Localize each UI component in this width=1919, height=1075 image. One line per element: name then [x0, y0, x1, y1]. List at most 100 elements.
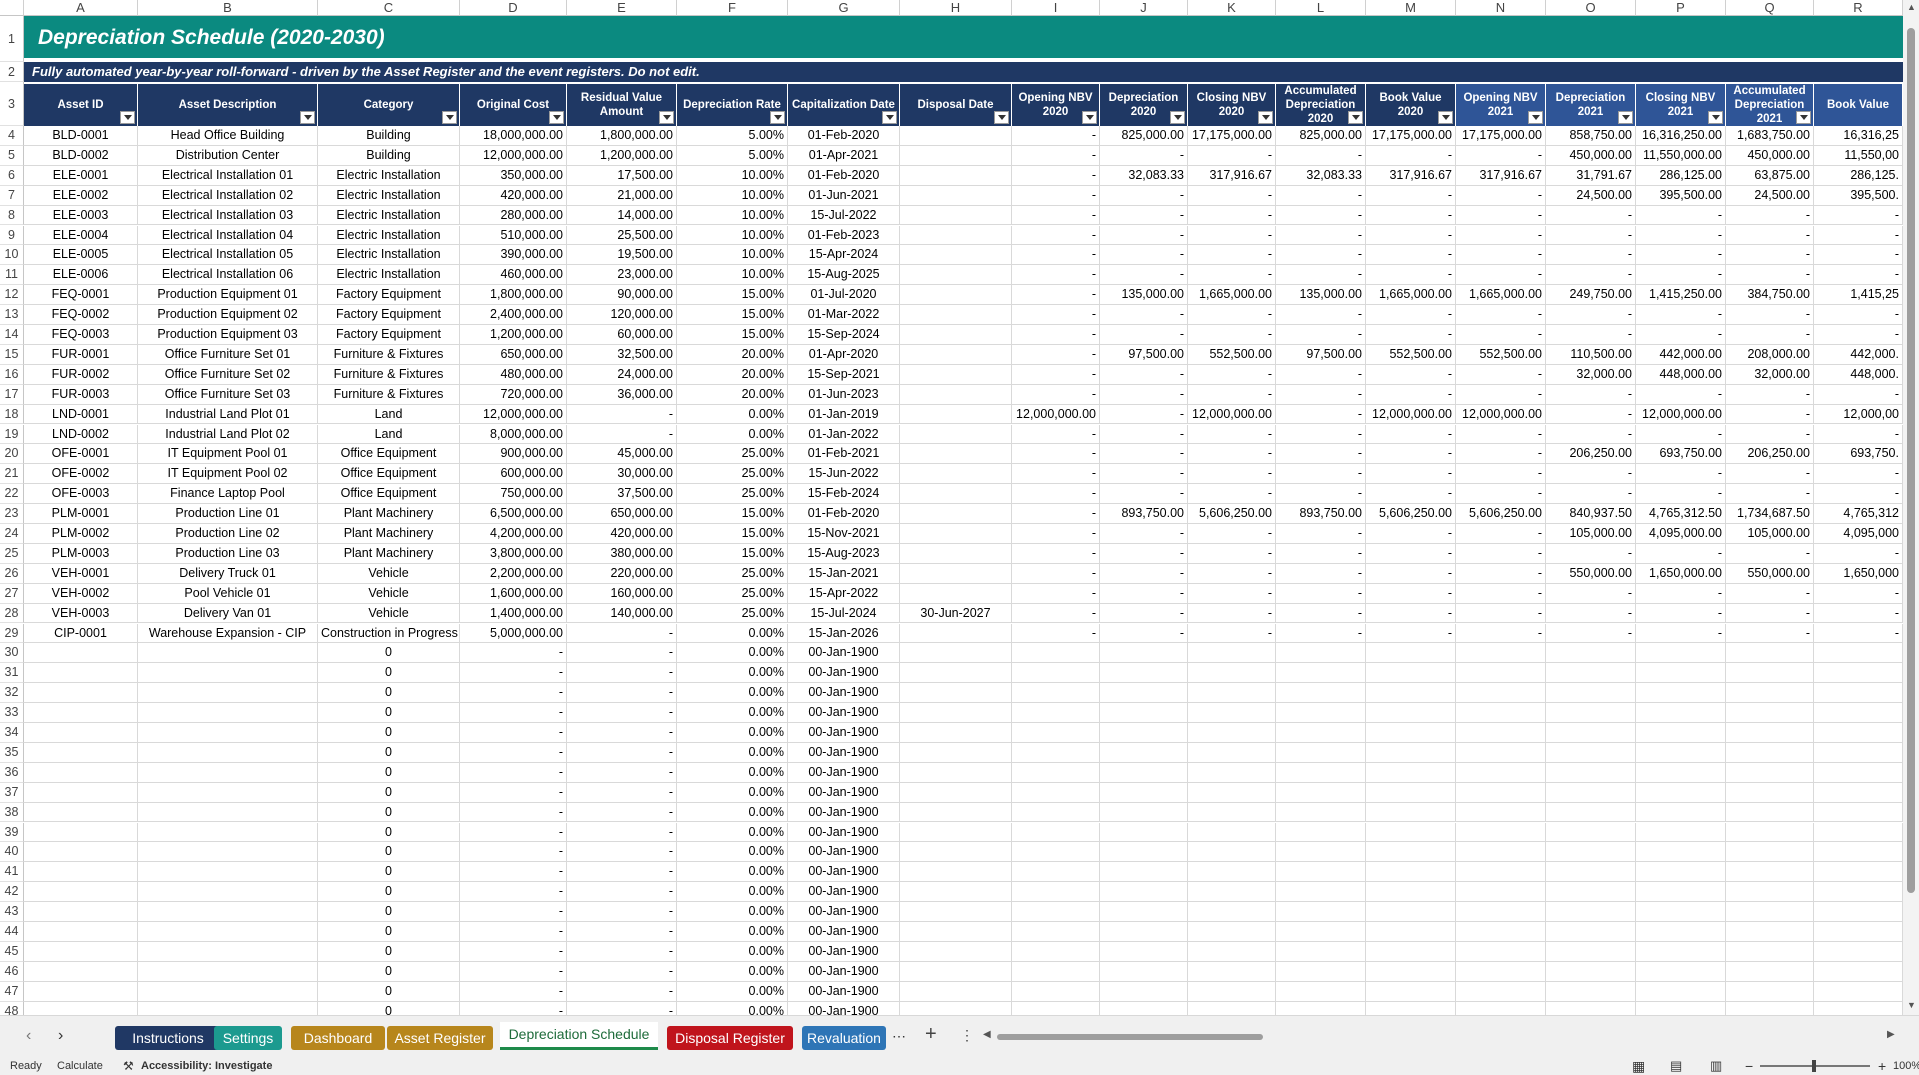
- table-cell[interactable]: -: [1546, 205, 1636, 226]
- table-cell[interactable]: 650,000.00: [460, 344, 567, 365]
- table-cell[interactable]: [1100, 862, 1188, 883]
- table-cell[interactable]: 317,916.67: [1456, 165, 1546, 186]
- table-cell[interactable]: [1546, 643, 1636, 664]
- table-cell[interactable]: [138, 902, 318, 922]
- table-cell[interactable]: 395,500.: [1814, 185, 1903, 206]
- table-cell[interactable]: 0.00%: [677, 703, 788, 723]
- table-cell[interactable]: 8,000,000.00: [460, 424, 567, 445]
- table-cell[interactable]: [1366, 723, 1456, 743]
- table-cell[interactable]: -: [460, 822, 567, 843]
- table-cell[interactable]: 01-Feb-2021: [788, 444, 900, 465]
- table-cell[interactable]: 825,000.00: [1276, 126, 1366, 146]
- table-cell[interactable]: [24, 822, 138, 843]
- table-cell[interactable]: [1366, 902, 1456, 922]
- table-cell[interactable]: Delivery Truck 01: [138, 563, 318, 584]
- table-cell[interactable]: -: [1188, 484, 1276, 505]
- table-cell[interactable]: -: [1546, 225, 1636, 246]
- table-cell[interactable]: [1546, 782, 1636, 803]
- table-cell[interactable]: -: [1814, 245, 1903, 266]
- table-cell[interactable]: [1726, 822, 1814, 843]
- table-cell[interactable]: -: [1636, 305, 1726, 325]
- table-cell[interactable]: -: [1276, 145, 1366, 166]
- table-cell[interactable]: 1,200,000.00: [460, 325, 567, 345]
- table-cell[interactable]: 1,665,000.00: [1456, 285, 1546, 306]
- table-cell[interactable]: [900, 981, 1012, 1002]
- table-cell[interactable]: -: [1276, 424, 1366, 445]
- table-cell[interactable]: 5,606,250.00: [1188, 504, 1276, 524]
- table-cell[interactable]: [138, 882, 318, 903]
- prev-sheet-icon[interactable]: ‹: [26, 1027, 31, 1045]
- table-cell[interactable]: -: [1456, 245, 1546, 266]
- table-cell[interactable]: -: [1814, 325, 1903, 345]
- table-cell[interactable]: [1726, 683, 1814, 704]
- table-cell[interactable]: FEQ-0001: [24, 285, 138, 306]
- select-all-corner[interactable]: [0, 0, 24, 16]
- table-cell[interactable]: [1814, 663, 1903, 684]
- column-header-f[interactable]: F: [677, 0, 788, 16]
- table-cell[interactable]: [1100, 723, 1188, 743]
- table-cell[interactable]: 5,606,250.00: [1366, 504, 1456, 524]
- table-cell[interactable]: 552,500.00: [1366, 344, 1456, 365]
- table-cell[interactable]: [1366, 802, 1456, 823]
- table-cell[interactable]: [1366, 703, 1456, 723]
- table-cell[interactable]: 1,400,000.00: [460, 603, 567, 624]
- table-cell[interactable]: Industrial Land Plot 02: [138, 424, 318, 445]
- table-cell[interactable]: -: [567, 842, 677, 863]
- table-cell[interactable]: [1456, 822, 1546, 843]
- table-cell[interactable]: [1012, 663, 1100, 684]
- table-cell[interactable]: Electrical Installation 01: [138, 165, 318, 186]
- table-cell[interactable]: Distribution Center: [138, 145, 318, 166]
- table-cell[interactable]: [900, 782, 1012, 803]
- table-cell[interactable]: 1,665,000.00: [1366, 285, 1456, 306]
- table-cell[interactable]: [1456, 762, 1546, 783]
- table-cell[interactable]: [1100, 961, 1188, 982]
- table-cell[interactable]: [1100, 922, 1188, 942]
- table-cell[interactable]: -: [1188, 384, 1276, 405]
- table-cell[interactable]: -: [1636, 583, 1726, 604]
- table-cell[interactable]: -: [1814, 424, 1903, 445]
- zoom-out-icon[interactable]: −: [1745, 1057, 1753, 1075]
- table-cell[interactable]: LND-0001: [24, 404, 138, 425]
- table-cell[interactable]: -: [1100, 265, 1188, 286]
- table-cell[interactable]: -: [1726, 384, 1814, 405]
- table-cell[interactable]: [1726, 882, 1814, 903]
- table-cell[interactable]: [1726, 902, 1814, 922]
- normal-view-icon[interactable]: ▦: [1632, 1057, 1645, 1075]
- table-cell[interactable]: -: [1636, 543, 1726, 564]
- table-cell[interactable]: Industrial Land Plot 01: [138, 404, 318, 425]
- table-cell[interactable]: -: [1726, 583, 1814, 604]
- table-cell[interactable]: [1636, 961, 1726, 982]
- table-cell[interactable]: PLM-0002: [24, 524, 138, 544]
- table-cell[interactable]: 135,000.00: [1100, 285, 1188, 306]
- filter-dropdown-icon[interactable]: [549, 111, 564, 124]
- table-cell[interactable]: -: [1456, 484, 1546, 505]
- table-cell[interactable]: 15.00%: [677, 543, 788, 564]
- table-cell[interactable]: Office Equipment: [318, 484, 460, 505]
- table-cell[interactable]: [1636, 882, 1726, 903]
- table-cell[interactable]: 317,916.67: [1188, 165, 1276, 186]
- table-cell[interactable]: 00-Jan-1900: [788, 961, 900, 982]
- table-cell[interactable]: ELE-0001: [24, 165, 138, 186]
- table-cell[interactable]: -: [1012, 185, 1100, 206]
- table-cell[interactable]: -: [1188, 563, 1276, 584]
- table-cell[interactable]: 01-Apr-2020: [788, 344, 900, 365]
- table-cell[interactable]: -: [1100, 583, 1188, 604]
- row-header[interactable]: 37: [0, 782, 24, 803]
- table-cell[interactable]: Furniture & Fixtures: [318, 364, 460, 385]
- table-cell[interactable]: [1188, 922, 1276, 942]
- table-cell[interactable]: 00-Jan-1900: [788, 802, 900, 823]
- table-cell[interactable]: 380,000.00: [567, 543, 677, 564]
- filter-dropdown-icon[interactable]: [1258, 111, 1273, 124]
- column-header-a[interactable]: A: [24, 0, 138, 16]
- table-cell[interactable]: 720,000.00: [460, 384, 567, 405]
- table-cell[interactable]: -: [1012, 126, 1100, 146]
- table-cell[interactable]: 32,000.00: [1726, 364, 1814, 385]
- table-cell[interactable]: [1188, 742, 1276, 763]
- table-cell[interactable]: 90,000.00: [567, 285, 677, 306]
- table-cell[interactable]: 20.00%: [677, 344, 788, 365]
- table-cell[interactable]: Office Furniture Set 02: [138, 364, 318, 385]
- table-cell[interactable]: [900, 404, 1012, 425]
- table-cell[interactable]: -: [460, 981, 567, 1002]
- table-cell[interactable]: Electric Installation: [318, 165, 460, 186]
- table-cell[interactable]: 00-Jan-1900: [788, 742, 900, 763]
